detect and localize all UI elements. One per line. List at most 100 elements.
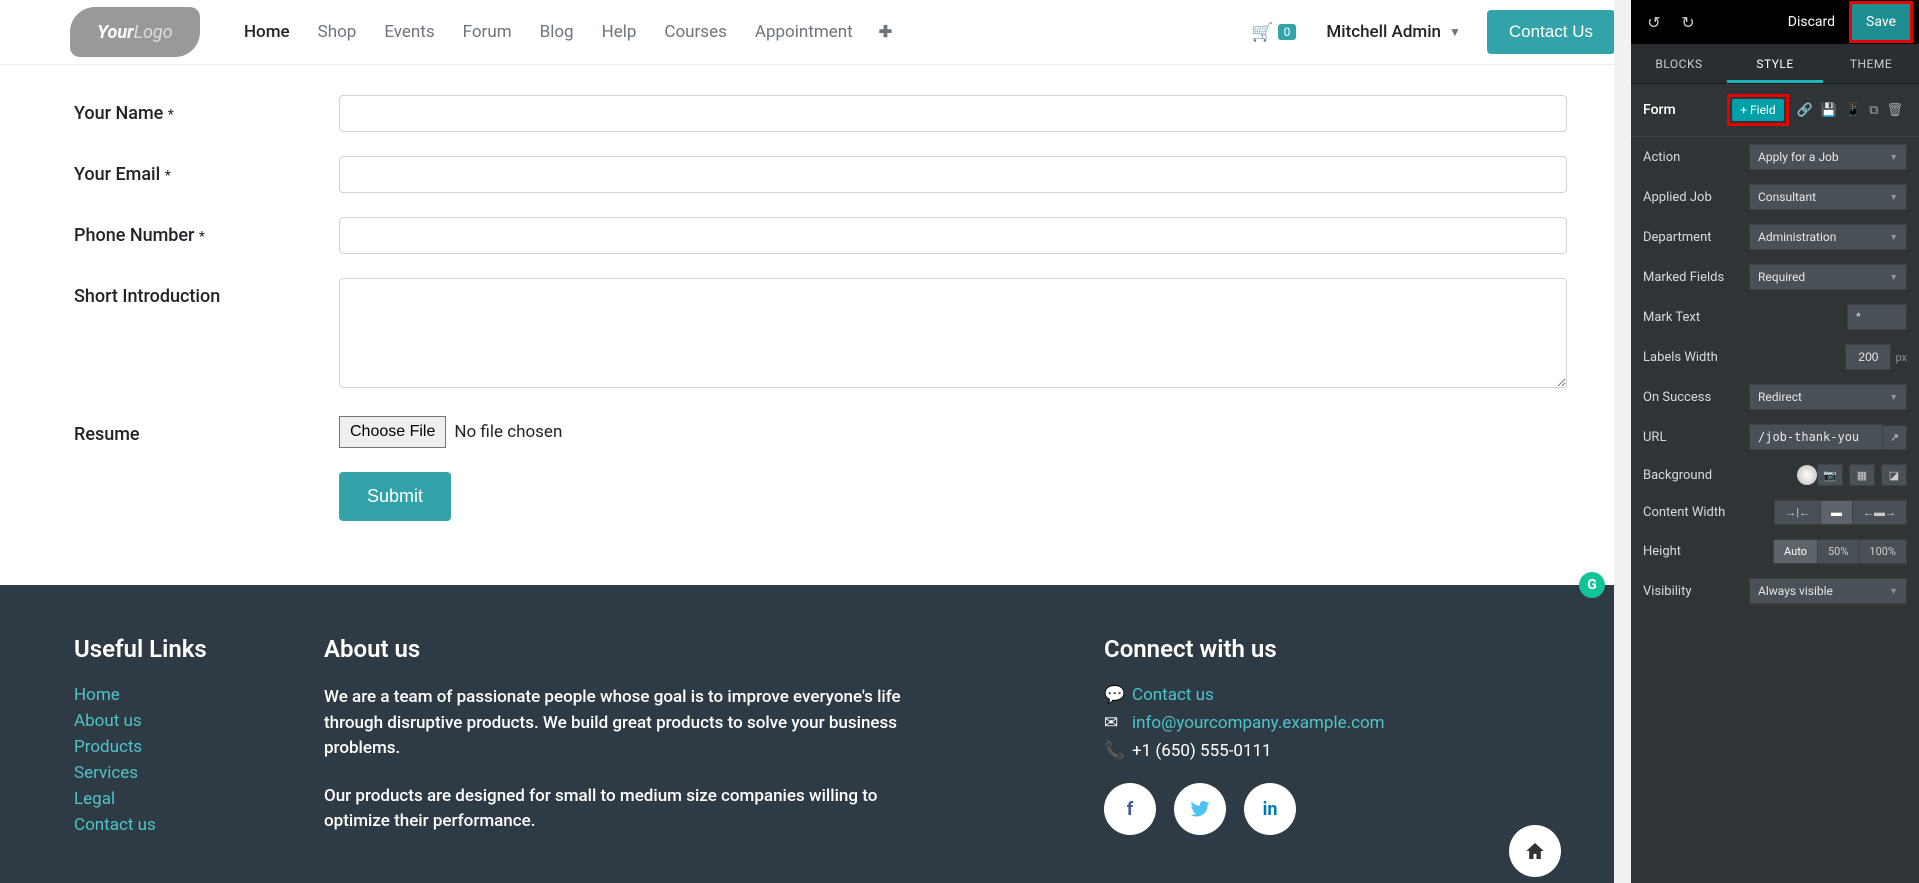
input-email[interactable] [339,156,1567,193]
unit-px: px [1895,351,1907,364]
input-mark-text[interactable] [1847,304,1907,330]
about-para-2: Our products are designed for small to m… [324,784,904,835]
nav-appointment[interactable]: Appointment [741,22,867,42]
height-auto[interactable]: Auto [1773,539,1818,564]
height-50[interactable]: 50% [1818,539,1859,564]
input-url[interactable] [1749,424,1883,450]
footer-link-products[interactable]: Products [74,737,324,757]
undo-icon[interactable]: ↺ [1637,13,1671,32]
label-name: Your Name * [74,95,339,124]
footer-link-legal[interactable]: Legal [74,789,324,809]
website-preview: YourLogo Home Shop Events Forum Blog Hel… [0,0,1631,883]
bg-video-icon[interactable]: ▦ [1849,464,1875,486]
height-100[interactable]: 100% [1859,539,1907,564]
nav-forum[interactable]: Forum [449,22,526,42]
top-nav: YourLogo Home Shop Events Forum Blog Hel… [0,0,1631,65]
input-phone[interactable] [339,217,1567,254]
delete-icon[interactable]: 🗑 [1886,103,1903,118]
cart-icon: 🛒 [1251,22,1273,43]
form-section-header: Form + Field 🔗 💾 📱 ⧉ 🗑 [1631,84,1919,137]
row-mark-text: Mark Text [1631,297,1919,337]
row-height: Height Auto 50% 100% [1631,532,1919,571]
linkedin-icon[interactable]: in [1244,783,1296,835]
facebook-icon[interactable]: f [1104,783,1156,835]
label-resume: Resume [74,416,339,445]
bg-shape-icon[interactable]: ◪ [1881,464,1907,486]
connect-phone: +1 (650) 555-0111 [1132,741,1272,761]
tab-blocks[interactable]: BLOCKS [1631,44,1727,83]
footer-about: About us We are a team of passionate peo… [324,635,904,857]
row-applied-job: Applied Job Consultant▼ [1631,177,1919,217]
discard-button[interactable]: Discard [1774,14,1849,30]
footer-link-home[interactable]: Home [74,685,324,705]
nav-help[interactable]: Help [588,22,651,42]
cw-narrow[interactable]: →|← [1774,500,1821,525]
select-marked-fields[interactable]: Required▼ [1749,264,1907,290]
row-visibility: Visibility Always visible▼ [1631,571,1919,611]
footer-link-services[interactable]: Services [74,763,324,783]
save-button[interactable]: Save [1852,4,1910,40]
cw-normal[interactable]: ▬ [1821,500,1853,525]
select-on-success[interactable]: Redirect▼ [1749,384,1907,410]
editor-tabs: BLOCKS STYLE THEME [1631,44,1919,84]
nav-blog[interactable]: Blog [526,22,588,42]
scrollbar[interactable] [1614,0,1631,883]
nav-home[interactable]: Home [230,22,304,42]
add-field-button[interactable]: + Field [1732,99,1783,121]
redo-icon[interactable]: ↻ [1671,13,1705,32]
tab-theme[interactable]: THEME [1823,44,1919,83]
user-menu[interactable]: Mitchell Admin ▼ [1326,22,1461,42]
tab-style[interactable]: STYLE [1727,44,1823,83]
row-content-width: Content Width →|← ▬ ←▬→ [1631,493,1919,532]
footer-link-contact[interactable]: Contact us [74,815,324,835]
label-email: Your Email * [74,156,339,185]
duplicate-icon[interactable]: ⧉ [1869,103,1878,118]
submit-button[interactable]: Submit [339,472,451,521]
row-on-success: On Success Redirect▼ [1631,377,1919,417]
footer-link-about[interactable]: About us [74,711,324,731]
user-name: Mitchell Admin [1326,22,1441,42]
select-action[interactable]: Apply for a Job▼ [1749,144,1907,170]
row-background: Background 📷 ▦ ◪ [1631,457,1919,493]
row-url: URL ↗ [1631,417,1919,457]
input-labels-width[interactable] [1845,344,1891,370]
about-title: About us [324,635,904,663]
nav-shop[interactable]: Shop [304,22,371,42]
logo[interactable]: YourLogo [70,7,200,57]
connect-title: Connect with us [1104,635,1385,663]
logo-text-2: Logo [134,22,173,43]
add-field-highlight: + Field [1727,94,1788,126]
bg-color-swatch[interactable] [1797,465,1817,485]
mobile-icon[interactable]: 📱 [1845,103,1861,118]
connect-contact-link[interactable]: Contact us [1132,685,1214,705]
input-intro[interactable] [339,278,1567,388]
phone-icon: 📞 [1104,741,1132,761]
nav-events[interactable]: Events [370,22,448,42]
input-name[interactable] [339,95,1567,132]
bg-image-icon[interactable]: 📷 [1817,464,1843,486]
grammarly-icon[interactable]: G [1579,572,1605,598]
row-department: Department Administration▼ [1631,217,1919,257]
row-action: Action Apply for a Job▼ [1631,137,1919,177]
cw-full[interactable]: ←▬→ [1853,500,1907,525]
label-phone: Phone Number * [74,217,339,246]
editor-toolbar: ↺ ↻ Discard Save [1631,0,1919,44]
scroll-top-button[interactable] [1509,825,1561,877]
form-title: Form [1643,102,1727,118]
twitter-icon[interactable] [1174,783,1226,835]
nav-add-icon[interactable]: ✚ [867,22,904,42]
save-highlight: Save [1849,1,1913,43]
chat-icon: 💬 [1104,685,1132,705]
open-url-icon[interactable]: ↗ [1883,425,1907,450]
select-applied-job[interactable]: Consultant▼ [1749,184,1907,210]
choose-file-button[interactable]: Choose File [339,416,446,448]
useful-links-title: Useful Links [74,635,324,663]
link-icon[interactable]: 🔗 [1797,103,1813,118]
select-visibility[interactable]: Always visible▼ [1749,578,1907,604]
connect-email-link[interactable]: info@yourcompany.example.com [1132,713,1385,733]
save-block-icon[interactable]: 💾 [1821,103,1837,118]
cart-button[interactable]: 🛒 0 [1251,22,1296,43]
contact-us-button[interactable]: Contact Us [1487,10,1615,54]
nav-courses[interactable]: Courses [650,22,740,42]
select-department[interactable]: Administration▼ [1749,224,1907,250]
